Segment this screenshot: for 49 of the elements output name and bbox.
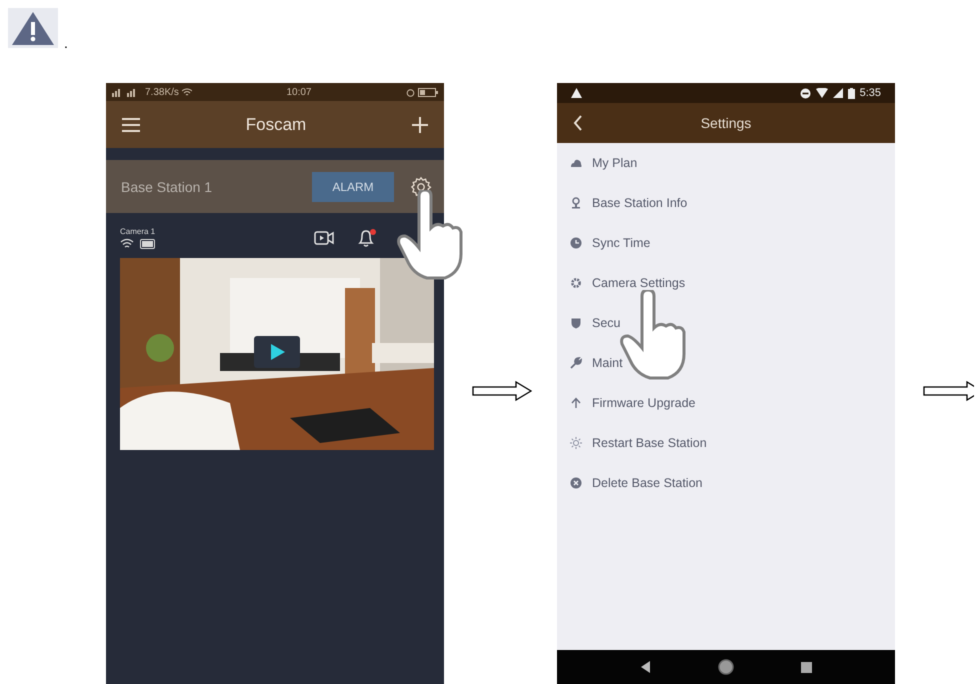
play-icon[interactable] <box>254 336 300 368</box>
battery-icon <box>140 238 156 248</box>
menu-icon[interactable] <box>122 118 140 132</box>
sun-icon <box>570 437 582 449</box>
network-speed: 7.38K/s <box>145 86 179 98</box>
clock-icon <box>570 237 582 249</box>
settings-item[interactable]: Maint <box>557 343 895 383</box>
wrench-icon <box>570 357 582 369</box>
period-mark: . <box>64 36 68 50</box>
wifi-icon <box>816 88 828 98</box>
hand-pointer-icon <box>395 190 465 280</box>
add-icon[interactable] <box>412 116 428 132</box>
base-station-name: Base Station 1 <box>121 178 214 194</box>
do-not-disturb-icon <box>800 88 811 98</box>
battery-icon <box>418 88 438 96</box>
app-title: Foscam <box>246 114 306 134</box>
wifi-icon <box>120 238 134 249</box>
settings-item[interactable]: Camera Settings <box>557 263 895 303</box>
settings-item[interactable]: Firmware Upgrade <box>557 383 895 423</box>
close-circle-icon <box>570 477 582 489</box>
alarm-button[interactable]: ALARM <box>312 172 394 202</box>
settings-item[interactable]: Delete Base Station <box>557 463 895 503</box>
recent-apps-icon[interactable] <box>800 662 812 672</box>
bell-icon[interactable] <box>356 228 378 248</box>
gear-icon <box>570 277 582 289</box>
record-icon[interactable] <box>314 230 334 246</box>
cloud-icon <box>570 157 582 169</box>
screen-title: Settings <box>700 115 752 131</box>
settings-item[interactable]: Secu <box>557 303 895 343</box>
up-arrow-icon <box>570 397 582 409</box>
settings-item[interactable]: Sync Time <box>557 223 895 263</box>
settings-item[interactable]: My Plan <box>557 143 895 183</box>
right-arrow-icon <box>472 381 532 401</box>
back-icon[interactable] <box>640 661 650 673</box>
right-arrow-icon <box>923 381 974 401</box>
clock-time: 10:07 <box>286 86 312 98</box>
clock-time: 5:35 <box>860 87 881 99</box>
battery-icon <box>848 88 855 98</box>
shield-icon <box>570 317 582 329</box>
pin-icon <box>570 197 582 209</box>
warning-icon <box>571 88 582 98</box>
settings-item[interactable]: Restart Base Station <box>557 423 895 463</box>
signal-icon <box>832 88 843 98</box>
camera-name: Camera 1 <box>120 227 156 236</box>
wifi-icon <box>182 88 192 96</box>
settings-item[interactable]: Base Station Info <box>557 183 895 223</box>
warning-icon <box>8 8 58 48</box>
back-icon[interactable] <box>573 115 583 131</box>
home-icon[interactable] <box>718 659 734 675</box>
